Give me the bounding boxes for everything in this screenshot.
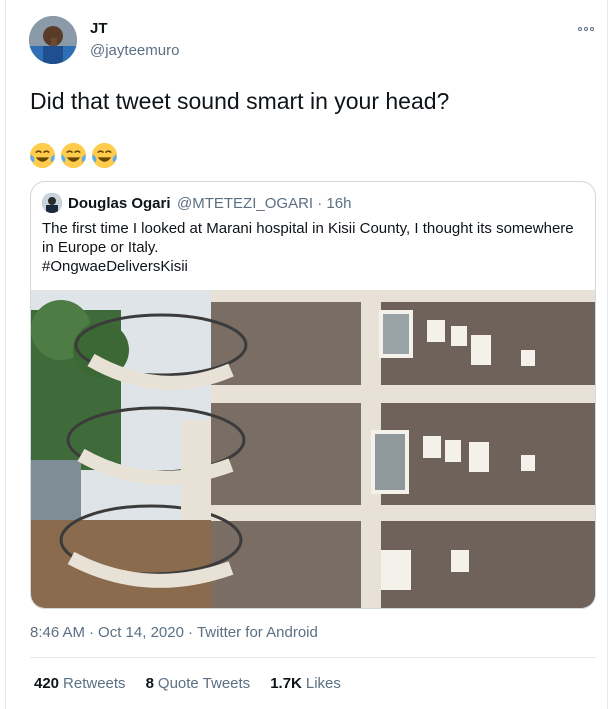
separator: · bbox=[187, 624, 193, 641]
quoted-author-handle[interactable]: @MTETEZI_OGARI bbox=[177, 195, 313, 212]
likes-label: Likes bbox=[305, 675, 341, 692]
quoted-time[interactable]: 16h bbox=[326, 195, 351, 212]
quote-tweets-label: Quote Tweets bbox=[157, 675, 251, 692]
tears-of-joy-emoji-icon bbox=[60, 142, 87, 169]
tweet-card: JT @jayteemuro Did that tweet sound smar… bbox=[5, 0, 608, 709]
more-options-icon[interactable] bbox=[574, 22, 598, 36]
author-display-name[interactable]: JT bbox=[90, 20, 108, 37]
retweets-stat[interactable]: 420 Retweets bbox=[34, 675, 126, 692]
quoted-tweet-text: The first time I looked at Marani hospit… bbox=[42, 219, 588, 276]
likes-count: 1.7K bbox=[270, 675, 302, 692]
author-handle[interactable]: @jayteemuro bbox=[90, 42, 179, 59]
quoted-author-name[interactable]: Douglas Ogari bbox=[68, 195, 171, 212]
quoted-text-line: The first time I looked at Marani hospit… bbox=[42, 220, 574, 237]
tweet-date[interactable]: Oct 14, 2020 bbox=[98, 624, 184, 641]
quoted-text-line: in Europe or Italy. bbox=[42, 239, 159, 256]
tweet-text: Did that tweet sound smart in your head? bbox=[30, 88, 450, 114]
quoted-author-meta: @MTETEZI_OGARI · 16h bbox=[177, 195, 351, 212]
separator: · bbox=[89, 624, 95, 641]
separator: · bbox=[317, 195, 323, 212]
quoted-tweet[interactable]: Douglas Ogari @MTETEZI_OGARI · 16h The f… bbox=[30, 181, 596, 609]
retweets-count: 420 bbox=[34, 675, 60, 692]
hashtag-link[interactable]: #OngwaeDeliversKisii bbox=[42, 257, 588, 276]
quote-tweets-count: 8 bbox=[145, 675, 154, 692]
tweet-stats: 420 Retweets 8 Quote Tweets 1.7K Likes bbox=[34, 675, 341, 692]
quoted-author-avatar[interactable] bbox=[42, 193, 62, 213]
divider bbox=[30, 657, 596, 658]
tweet-time[interactable]: 8:46 AM bbox=[30, 624, 85, 641]
emoji-row bbox=[28, 141, 119, 170]
retweets-label: Retweets bbox=[63, 675, 126, 692]
tears-of-joy-emoji-icon bbox=[29, 142, 56, 169]
tears-of-joy-emoji-icon bbox=[91, 142, 118, 169]
building-photo[interactable] bbox=[31, 290, 596, 609]
author-avatar[interactable] bbox=[29, 16, 77, 64]
likes-stat[interactable]: 1.7K Likes bbox=[270, 675, 341, 692]
quote-tweets-stat[interactable]: 8 Quote Tweets bbox=[146, 675, 251, 692]
tweet-source[interactable]: Twitter for Android bbox=[197, 624, 318, 641]
tweet-timestamp[interactable]: 8:46 AM · Oct 14, 2020 · Twitter for And… bbox=[30, 624, 318, 641]
